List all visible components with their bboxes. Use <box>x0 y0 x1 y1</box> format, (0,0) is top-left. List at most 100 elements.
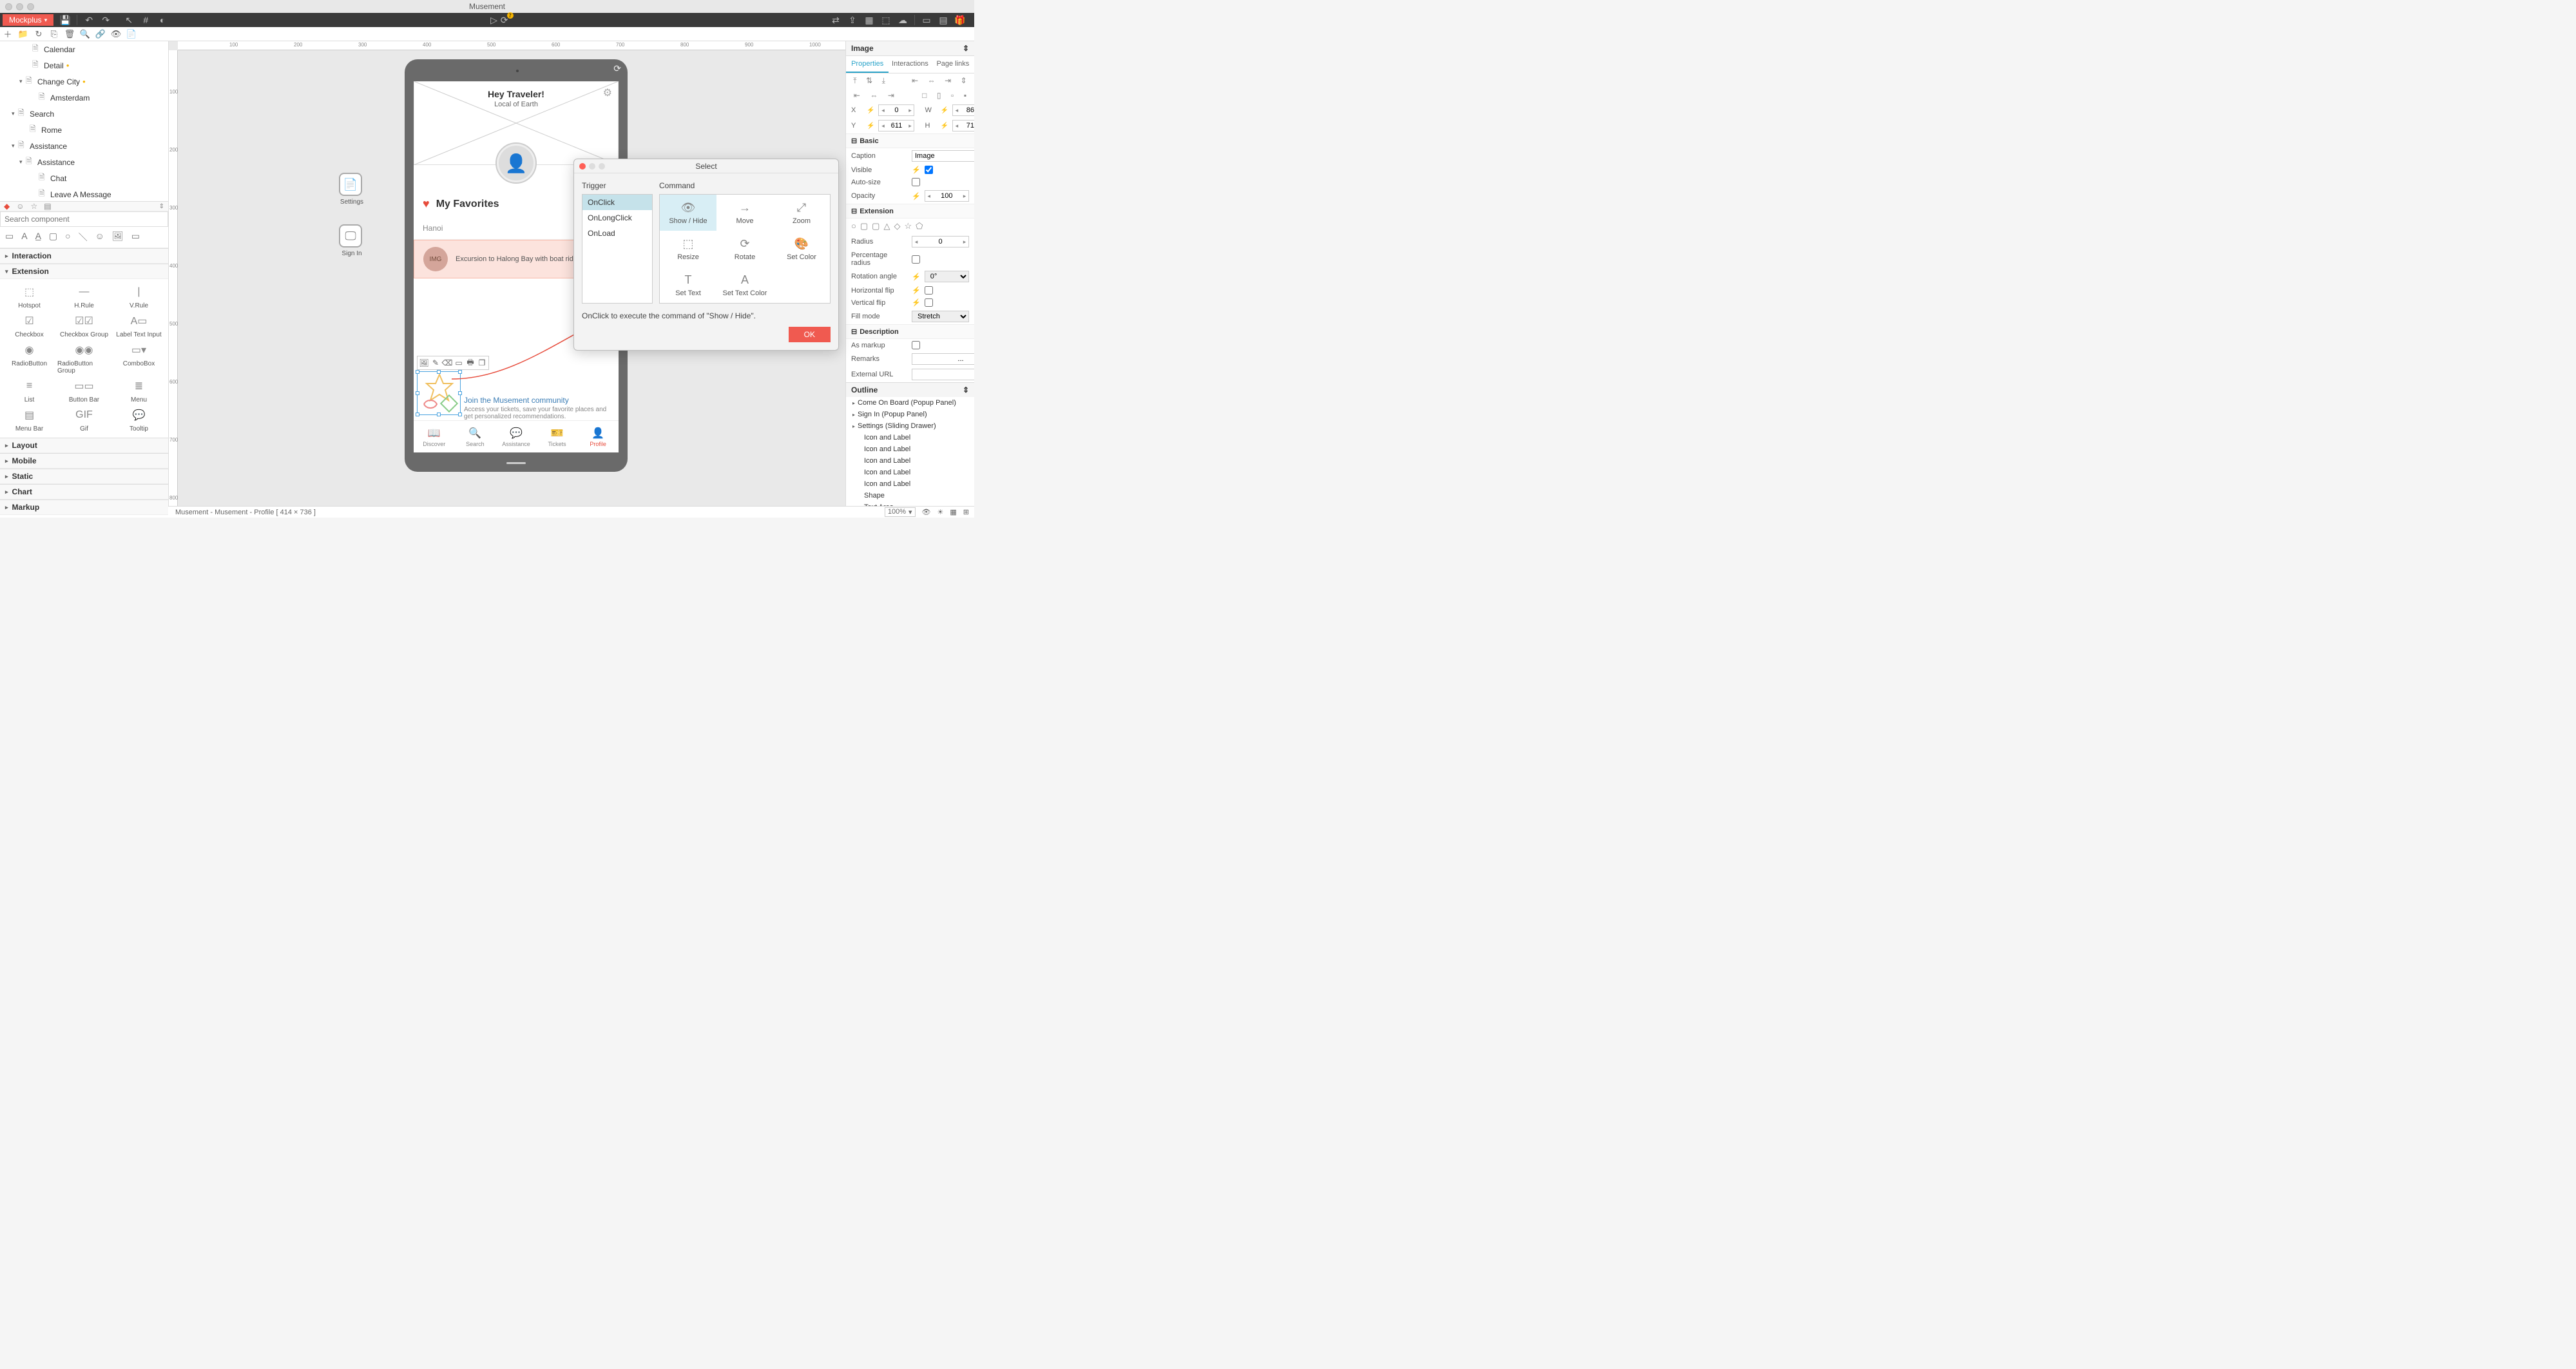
asmarkup-checkbox[interactable] <box>912 341 920 349</box>
tree-item[interactable]: 🗎Chat <box>0 170 168 186</box>
grid-icon[interactable]: # <box>140 15 151 25</box>
command-item[interactable]: 🎨Set Color <box>773 231 830 267</box>
component-item[interactable]: ◉◉RadioButton Group <box>57 342 111 374</box>
eye-status-icon[interactable]: 👁 <box>922 508 931 516</box>
zoom-select[interactable]: 100%▾ <box>885 507 916 517</box>
outline-item[interactable]: ▸Settings (Sliding Drawer) <box>846 420 974 432</box>
cat-input-icon[interactable]: ▭ <box>131 231 140 244</box>
box-tool-icon[interactable]: ▭ <box>454 358 464 368</box>
section-mobile[interactable]: ▸Mobile <box>0 453 168 469</box>
align-top-icon[interactable]: ⤒ <box>853 76 856 86</box>
section-basic[interactable]: ⊟Basic <box>846 133 974 148</box>
section-markup[interactable]: ▸Markup <box>0 500 168 515</box>
outline-item[interactable]: Text Area <box>846 501 974 506</box>
collapse-panel-icon[interactable]: ⇕ <box>963 44 969 53</box>
fillmode-select[interactable]: Stretch <box>912 311 969 322</box>
copy-page-icon[interactable]: ⎘ <box>49 29 59 39</box>
outline-item[interactable]: Icon and Label <box>846 478 974 490</box>
tree-item[interactable]: 🗎Amsterdam <box>0 90 168 106</box>
tree-item[interactable]: ▾🗎Assistance <box>0 154 168 170</box>
tree-item[interactable]: ▾🗎Assistance <box>0 138 168 154</box>
h-input[interactable]: ◂▸ <box>952 120 974 131</box>
minimize-window-icon[interactable] <box>16 3 23 10</box>
caption-input[interactable] <box>912 150 974 162</box>
add-page-icon[interactable]: ＋ <box>3 29 13 39</box>
outline-item[interactable]: Shape <box>846 490 974 501</box>
command-grid[interactable]: 👁Show / Hide→Move⤢Zoom⬚Resize⟳Rotate🎨Set… <box>659 194 831 304</box>
component-item[interactable]: GIFGif <box>57 407 111 432</box>
tab-properties[interactable]: Properties <box>846 56 889 73</box>
radius-input[interactable]: ◂▸ <box>912 236 969 248</box>
component-item[interactable]: 💬Tooltip <box>112 407 166 432</box>
shape-tri-icon[interactable]: △ <box>883 221 890 231</box>
component-item[interactable]: —H.Rule <box>57 284 111 309</box>
history-icon[interactable]: ↻ <box>34 29 44 39</box>
tab-assistance[interactable]: 💬Assistance <box>495 421 537 452</box>
device-icon[interactable]: ▭ <box>921 15 932 25</box>
align-left-icon[interactable]: ⇤ <box>854 91 860 100</box>
share-icon[interactable]: ⇪ <box>847 15 858 25</box>
qr-icon[interactable]: ▦ <box>864 15 874 25</box>
tab-profile[interactable]: 👤Profile <box>577 421 619 452</box>
tree-item[interactable]: ▾🗎Change City● <box>0 73 168 90</box>
visible-checkbox[interactable] <box>925 166 933 174</box>
play-icon[interactable]: ▷ <box>489 15 499 25</box>
tree-item[interactable]: 🗎Detail● <box>0 57 168 73</box>
command-item[interactable]: ⟳Rotate <box>716 231 773 267</box>
avatar[interactable]: 👤 <box>495 142 537 184</box>
tab-tickets[interactable]: 🎫Tickets <box>537 421 578 452</box>
command-item[interactable]: 👁Show / Hide <box>660 195 716 231</box>
outline-item[interactable]: Icon and Label <box>846 455 974 467</box>
outline-collapse-icon[interactable]: ⇕ <box>963 385 969 394</box>
dialog-title-bar[interactable]: Select <box>574 159 838 173</box>
hflip-checkbox[interactable] <box>925 286 933 295</box>
shape-star-icon[interactable]: ☆ <box>904 221 912 231</box>
command-item[interactable]: ASet Text Color <box>716 267 773 303</box>
shape-arrow-icon[interactable]: ⬠ <box>916 221 923 231</box>
cat-rect-icon[interactable]: ▢ <box>49 231 57 244</box>
component-item[interactable]: ▭▾ComboBox <box>112 342 166 374</box>
spread-b-icon[interactable]: ▫ <box>951 91 954 100</box>
canvas-area[interactable]: 1002003004005006007008009001000 10020030… <box>169 41 845 506</box>
cloud-icon[interactable]: ☁ <box>898 15 908 25</box>
cat-underline-icon[interactable]: A̲ <box>35 231 41 244</box>
undo-icon[interactable]: ↶ <box>84 15 94 25</box>
align-vmid-icon[interactable]: ⇅ <box>866 76 872 86</box>
section-static[interactable]: ▸Static <box>0 469 168 484</box>
library-icon[interactable]: ◆ <box>4 202 10 211</box>
export-icon[interactable]: ⬚ <box>881 15 891 25</box>
command-item[interactable]: TSet Text <box>660 267 716 303</box>
tree-item[interactable]: 🗎Leave A Message <box>0 186 168 201</box>
trigger-item[interactable]: OnLongClick <box>582 210 652 226</box>
section-chart[interactable]: ▸Chart <box>0 484 168 500</box>
component-item[interactable]: |V.Rule <box>112 284 166 309</box>
maximize-window-icon[interactable] <box>27 3 34 10</box>
collapse-icon[interactable]: ⇕ <box>159 203 164 210</box>
selected-element[interactable] <box>417 371 461 415</box>
dist-r-icon[interactable]: ⇥ <box>945 76 951 86</box>
component-item[interactable]: ≡List <box>3 378 56 403</box>
shape-roundrect-icon[interactable]: ▢ <box>872 221 879 231</box>
tab-discover[interactable]: 📖Discover <box>414 421 455 452</box>
trigger-item[interactable]: OnClick <box>582 195 652 210</box>
x-input[interactable]: ◂▸ <box>878 104 914 116</box>
shape-rect-icon[interactable]: ▢ <box>860 221 868 231</box>
sun-status-icon[interactable]: ☀ <box>937 508 944 516</box>
y-input[interactable]: ◂▸ <box>878 120 914 131</box>
tab-interactions[interactable]: Interactions <box>889 56 931 73</box>
outline-item[interactable]: Icon and Label <box>846 443 974 455</box>
vflip-checkbox[interactable] <box>925 298 933 307</box>
dialog-close-icon[interactable] <box>579 163 586 170</box>
section-description[interactable]: ⊟Description <box>846 324 974 339</box>
print-tool-icon[interactable]: 🖶 <box>465 358 476 368</box>
floating-settings-button[interactable]: 📄 Settings <box>339 173 365 206</box>
section-extension[interactable]: ▾Extension <box>0 264 168 279</box>
flowchart-icon[interactable]: ⇄ <box>831 15 841 25</box>
eye-icon[interactable]: 👁 <box>111 29 121 39</box>
guide-status-icon[interactable]: ⊞ <box>963 508 969 516</box>
element-toolbar[interactable]: 🖼 ✎ ⌫ ▭ 🖶 ❐ <box>417 356 489 370</box>
outline-list[interactable]: ▸Come On Board (Popup Panel)▸Sign In (Po… <box>846 397 974 506</box>
copy-tool-icon[interactable]: ❐ <box>477 358 487 368</box>
component-item[interactable]: ▤Menu Bar <box>3 407 56 432</box>
tree-item[interactable]: ▾🗎Search <box>0 106 168 122</box>
